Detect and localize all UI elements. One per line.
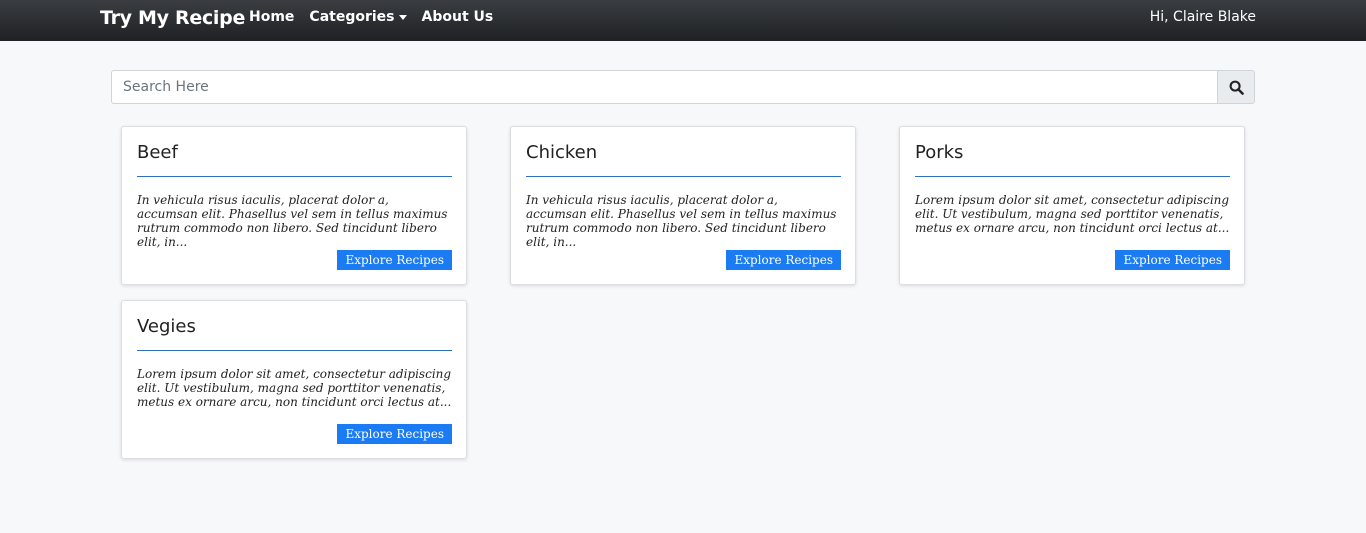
card-divider — [137, 350, 452, 351]
explore-recipes-button[interactable]: Explore Recipes — [337, 424, 452, 444]
category-card-porks: Porks Lorem ipsum dolor sit amet, consec… — [899, 126, 1245, 285]
user-greeting[interactable]: Hi, Claire Blake — [1150, 9, 1256, 25]
card-title: Chicken — [526, 142, 598, 163]
nav-link-about-us-label: About Us — [421, 9, 494, 25]
chevron-down-icon — [398, 15, 407, 20]
nav-link-home[interactable]: Home — [249, 9, 294, 25]
search-bar — [111, 70, 1255, 104]
search-input[interactable] — [111, 70, 1217, 104]
top-navbar: Try My Recipe Home Categories About Us H… — [0, 0, 1366, 41]
explore-recipes-button[interactable]: Explore Recipes — [337, 250, 452, 270]
category-card-beef: Beef In vehicula risus iaculis, placerat… — [121, 126, 467, 285]
category-card-vegies: Vegies Lorem ipsum dolor sit amet, conse… — [121, 300, 467, 459]
card-divider — [137, 176, 452, 177]
nav-link-categories-label: Categories — [309, 9, 395, 25]
card-description: In vehicula risus iaculis, placerat dolo… — [526, 193, 837, 249]
card-description: Lorem ipsum dolor sit amet, consectetur … — [137, 367, 452, 409]
card-title: Beef — [137, 142, 178, 163]
nav-links: Home Categories About Us — [249, 9, 508, 25]
nav-link-home-label: Home — [249, 9, 295, 25]
explore-recipes-button[interactable]: Explore Recipes — [1115, 250, 1230, 270]
card-description: In vehicula risus iaculis, placerat dolo… — [137, 193, 448, 249]
card-title: Vegies — [137, 316, 196, 337]
nav-link-about-us[interactable]: About Us — [422, 9, 494, 25]
category-card-chicken: Chicken In vehicula risus iaculis, place… — [510, 126, 856, 285]
card-description: Lorem ipsum dolor sit amet, consectetur … — [915, 193, 1230, 235]
search-icon — [1229, 80, 1244, 95]
nav-link-categories[interactable]: Categories — [309, 9, 407, 25]
explore-recipes-button[interactable]: Explore Recipes — [726, 250, 841, 270]
card-divider — [526, 176, 841, 177]
card-divider — [915, 176, 1230, 177]
search-button[interactable] — [1217, 70, 1255, 104]
card-title: Porks — [915, 142, 964, 163]
brand-logo[interactable]: Try My Recipe — [100, 7, 245, 29]
